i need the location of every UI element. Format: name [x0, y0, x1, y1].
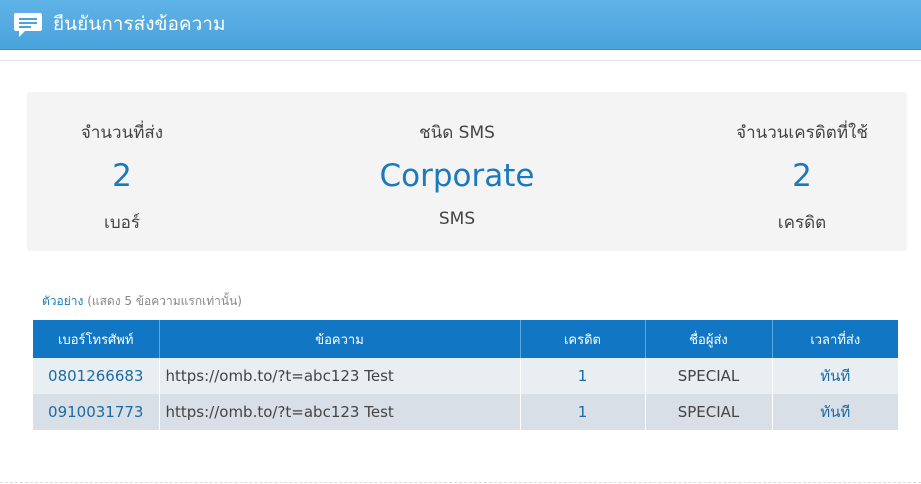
count-unit: เบอร์: [104, 213, 140, 233]
type-label: ชนิด SMS: [419, 123, 495, 143]
row-phone: 0801266683: [33, 358, 159, 394]
table-row: 0801266683 https://omb.to/?t=abc123 Test…: [33, 358, 898, 394]
row-phone: 0910031773: [33, 394, 159, 430]
row-time: ทันที: [771, 358, 898, 394]
row-message: https://omb.to/?t=abc123 Test: [158, 358, 520, 394]
row-sender: SPECIAL: [644, 394, 772, 430]
preview-note: ตัวอย่าง (แสดง 5 ข้อความแรกเท่านั้น): [42, 292, 242, 311]
credit-label: จำนวนเครดิตที่ใช้: [736, 123, 868, 143]
count-label: จำนวนที่ส่ง: [80, 123, 164, 143]
credit-value: 2: [792, 158, 812, 194]
divider: [0, 60, 921, 61]
summary-panel: จำนวนที่ส่ง 2 เบอร์ ชนิด SMS Corporate S…: [27, 92, 907, 251]
credit-unit: เครดิต: [777, 213, 827, 233]
preview-lead: ตัวอย่าง: [42, 294, 84, 308]
preview-note-text: (แสดง 5 ข้อความแรกเท่านั้น): [83, 294, 242, 308]
row-time: ทันที: [771, 394, 898, 430]
page-header: ยืนยันการส่งข้อความ: [0, 0, 921, 50]
type-unit: SMS: [438, 209, 476, 229]
row-credit: 1: [519, 358, 645, 394]
column-header-time: เวลาที่ส่ง: [771, 320, 898, 358]
count-value: 2: [112, 158, 132, 194]
sms-preview-table: เบอร์โทรศัพท์ ข้อความ เครดิต ชื่อผู้ส่ง …: [33, 320, 898, 430]
chat-icon: [13, 11, 43, 39]
column-header-sender: ชื่อผู้ส่ง: [644, 320, 772, 358]
table-header-row: เบอร์โทรศัพท์ ข้อความ เครดิต ชื่อผู้ส่ง …: [33, 320, 898, 358]
divider-bottom: [0, 482, 921, 483]
type-value: Corporate: [379, 158, 535, 194]
table-row: 0910031773 https://omb.to/?t=abc123 Test…: [33, 394, 898, 430]
column-header-credit: เครดิต: [519, 320, 645, 358]
column-header-message: ข้อความ: [158, 320, 520, 358]
page-title: ยืนยันการส่งข้อความ: [53, 13, 226, 35]
column-header-phone: เบอร์โทรศัพท์: [33, 320, 159, 358]
row-credit: 1: [519, 394, 645, 430]
row-sender: SPECIAL: [644, 358, 772, 394]
row-message: https://omb.to/?t=abc123 Test: [158, 394, 520, 430]
